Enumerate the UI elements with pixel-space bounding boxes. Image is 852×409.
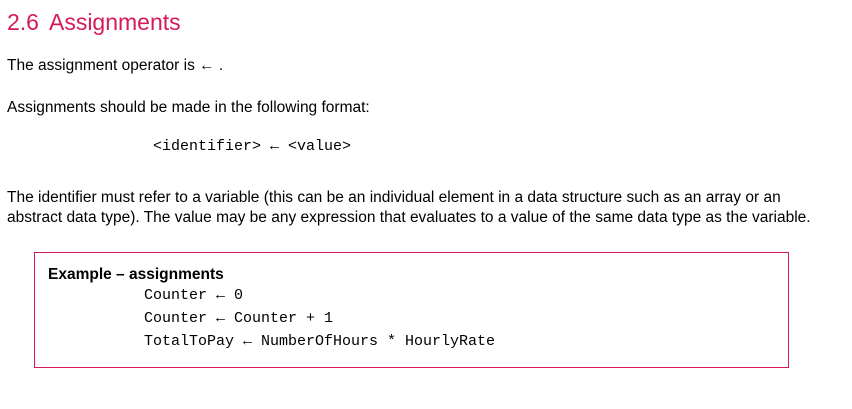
- section-number: 2.6: [7, 9, 39, 35]
- description-paragraph: The identifier must refer to a variable …: [7, 189, 811, 226]
- format-code-line: <identifier> ← <value>: [153, 138, 352, 155]
- intro-paragraph: The assignment operator is ← .: [7, 57, 224, 74]
- section-heading: 2.6 Assignments: [7, 9, 181, 36]
- example-code-line: Counter ← Counter + 1: [144, 310, 334, 327]
- example-code-line: TotalToPay ← NumberOfHours * HourlyRate: [144, 333, 496, 350]
- example-code-line: Counter ← 0: [144, 287, 244, 304]
- example-title: Example – assignments: [48, 266, 224, 283]
- format-intro-paragraph: Assignments should be made in the follow…: [7, 99, 370, 116]
- example-box: Example – assignments Counter ← 0 Counte…: [34, 252, 789, 368]
- section-title: Assignments: [48, 9, 181, 35]
